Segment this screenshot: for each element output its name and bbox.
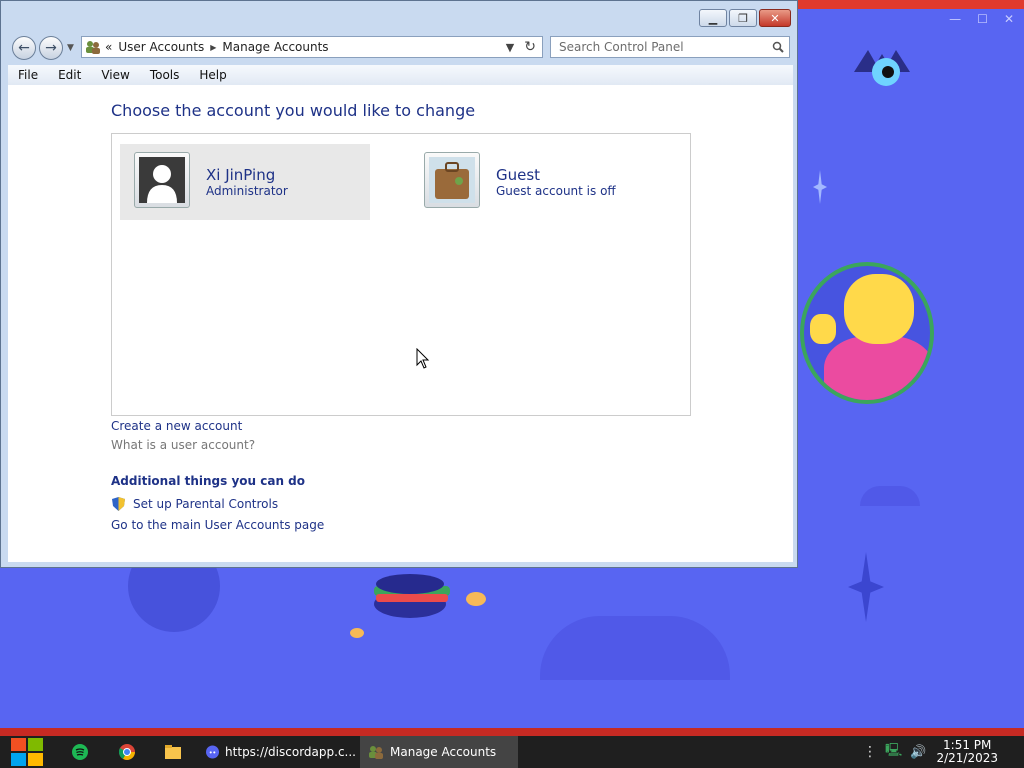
background-window-controls[interactable]: — ☐ ✕ — [949, 12, 1014, 26]
user-accounts-icon — [369, 746, 383, 759]
maximize-button[interactable]: ❐ — [729, 9, 757, 27]
decor-cloud — [540, 616, 730, 680]
uac-shield-icon — [112, 497, 125, 511]
start-button[interactable] — [10, 736, 44, 768]
bat-mascot-illustration — [854, 50, 910, 86]
chrome-icon — [119, 744, 135, 760]
account-picture — [424, 152, 480, 208]
clock-date: 2/21/2023 — [936, 751, 998, 765]
parental-controls-link[interactable]: Set up Parental Controls — [133, 497, 278, 511]
menu-help[interactable]: Help — [189, 68, 236, 82]
search-input[interactable]: Search Control Panel — [550, 36, 790, 58]
close-icon[interactable]: ✕ — [1004, 12, 1014, 26]
address-actions: ▼ ↻ — [506, 39, 536, 55]
account-tile-xi-jinping[interactable]: Xi JinPing Administrator — [120, 144, 370, 220]
taskbar: https://discordapp.c... Manage Accounts … — [0, 736, 1024, 768]
account-status: Guest account is off — [496, 184, 616, 198]
recent-pages-dropdown[interactable]: ▼ — [67, 43, 74, 53]
minimize-icon: ▁ — [708, 11, 718, 25]
mouse-cursor-icon — [416, 348, 430, 369]
spotify-icon — [72, 744, 88, 760]
account-tile-guest[interactable]: Guest Guest account is off — [410, 144, 660, 220]
window-titlebar[interactable]: ▁ ❐ ✕ — [1, 1, 797, 35]
main-user-accounts-link[interactable]: Go to the main User Accounts page — [111, 518, 324, 532]
refresh-icon[interactable]: ↻ — [524, 39, 536, 55]
taskbar-spotify[interactable] — [66, 736, 94, 768]
create-account-link[interactable]: Create a new account — [111, 419, 242, 433]
decor-crumb — [466, 592, 486, 606]
background-window-titlebar — [790, 0, 1024, 9]
minimize-icon[interactable]: — — [949, 12, 961, 26]
discord-icon — [206, 745, 220, 759]
breadcrumb-overflow[interactable]: « — [105, 40, 112, 54]
maximize-icon[interactable]: ☐ — [977, 12, 988, 26]
windows-logo-icon — [11, 738, 43, 766]
search-icon[interactable] — [772, 41, 784, 53]
user-accounts-icon — [86, 41, 100, 54]
tray-overflow-icon[interactable]: ⋮ — [863, 744, 877, 760]
main-content: Choose the account you would like to cha… — [8, 85, 793, 562]
forward-arrow-icon: → — [45, 40, 57, 56]
close-button[interactable]: ✕ — [759, 9, 791, 27]
breadcrumb-separator-icon[interactable]: ▶ — [210, 43, 216, 52]
suitcase-avatar-icon — [429, 157, 475, 203]
chevron-down-icon: ▼ — [67, 43, 74, 53]
navigation-row: ← → ▼ « User Accounts ▶ Manage Accounts … — [1, 34, 797, 62]
decor-sparkle — [848, 552, 884, 622]
what-is-user-account-link[interactable]: What is a user account? — [111, 438, 255, 452]
default-user-avatar-icon — [139, 157, 185, 203]
menu-edit[interactable]: Edit — [48, 68, 91, 82]
task-label: https://discordapp.c... — [225, 745, 356, 759]
decor-cloud — [860, 486, 920, 506]
control-panel-window: ▁ ❐ ✕ ← → ▼ « User Accounts ▶ Manage Acc… — [0, 0, 798, 568]
restore-icon: ❐ — [738, 11, 748, 25]
forward-button[interactable]: → — [39, 36, 63, 60]
breadcrumb: « User Accounts ▶ Manage Accounts — [105, 40, 329, 54]
system-tray: ⋮ 🖳 🔊 1:51 PM 2/21/2023 — [863, 736, 1024, 768]
menu-tools[interactable]: Tools — [140, 68, 190, 82]
decor-sparkle — [813, 170, 827, 204]
taskbar-chrome[interactable] — [113, 736, 141, 768]
accounts-panel: Xi JinPing Administrator Guest Guest acc… — [111, 133, 691, 416]
network-icon[interactable]: 🖳 — [885, 741, 902, 763]
account-name: Guest — [496, 166, 541, 184]
account-picture — [134, 152, 190, 208]
account-type: Administrator — [206, 184, 288, 198]
background-window-strip — [0, 728, 1024, 736]
taskbar-task-discord[interactable]: https://discordapp.c... — [198, 736, 356, 768]
back-arrow-icon: ← — [18, 40, 30, 56]
search-placeholder: Search Control Panel — [559, 40, 684, 54]
volume-icon[interactable]: 🔊 — [910, 745, 926, 760]
account-name: Xi JinPing — [206, 166, 276, 184]
breadcrumb-manage-accounts[interactable]: Manage Accounts — [222, 40, 328, 54]
menu-bar: File Edit View Tools Help — [8, 65, 793, 86]
decor-crumb — [350, 628, 364, 638]
page-title: Choose the account you would like to cha… — [111, 101, 476, 120]
menu-view[interactable]: View — [91, 68, 139, 82]
window-controls: ▁ ❐ ✕ — [699, 9, 791, 27]
folder-icon — [165, 745, 181, 759]
taskbar-task-manage-accounts[interactable]: Manage Accounts — [360, 736, 518, 768]
duck-mascot-illustration — [800, 262, 934, 404]
close-icon: ✕ — [770, 11, 780, 25]
task-label: Manage Accounts — [390, 745, 497, 759]
back-button[interactable]: ← — [12, 36, 36, 60]
taskbar-clock[interactable]: 1:51 PM 2/21/2023 — [936, 739, 998, 765]
address-dropdown-icon[interactable]: ▼ — [506, 41, 514, 54]
additional-things-heading: Additional things you can do — [111, 474, 306, 488]
minimize-button[interactable]: ▁ — [699, 9, 727, 27]
burger-illustration — [374, 574, 450, 618]
breadcrumb-user-accounts[interactable]: User Accounts — [118, 40, 204, 54]
menu-file[interactable]: File — [8, 68, 48, 82]
taskbar-file-explorer[interactable] — [159, 736, 187, 768]
address-bar[interactable]: « User Accounts ▶ Manage Accounts ▼ ↻ — [81, 36, 543, 58]
